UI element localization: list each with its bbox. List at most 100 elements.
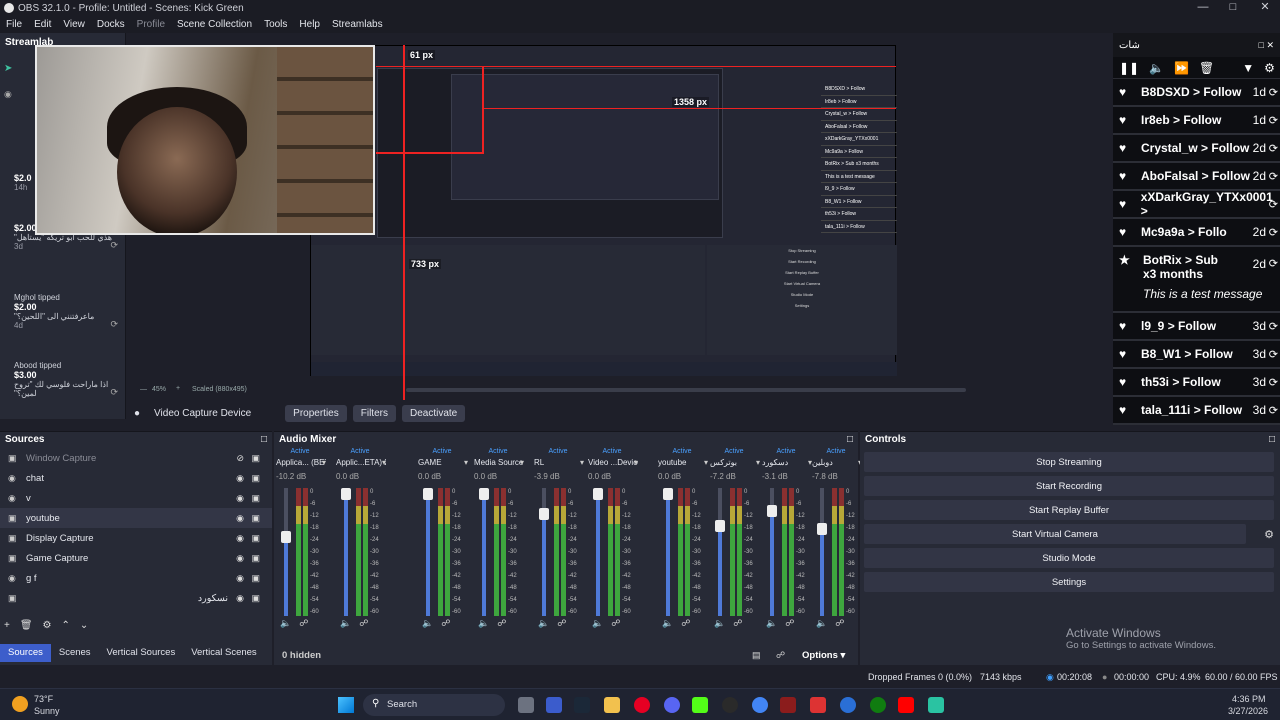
options-button[interactable]: Options ▾ — [802, 650, 845, 661]
eye-icon[interactable]: ◉ — [236, 513, 244, 524]
headphones-icon[interactable]: ☍ — [681, 618, 690, 629]
replay-icon[interactable]: ⟳ — [1269, 170, 1278, 183]
repeat-icon[interactable]: ⟳ — [110, 319, 118, 330]
volume-fader[interactable] — [715, 488, 725, 616]
tab-sources[interactable]: Sources — [0, 644, 51, 662]
channel-name[interactable]: youtube — [656, 458, 708, 472]
stop-streaming-button[interactable]: Stop Streaming — [864, 452, 1274, 472]
settings-button[interactable]: Settings — [864, 572, 1274, 592]
filters-button[interactable]: Filters — [352, 404, 396, 422]
source-item[interactable]: ▣ نسكورد ◉ ▣ — [0, 588, 272, 608]
lock-icon[interactable]: ▣ — [251, 493, 260, 504]
move-down-icon[interactable]: ⌄ — [80, 620, 88, 631]
volume-fader[interactable] — [423, 488, 433, 616]
source-item[interactable]: ◉ v ◉ ▣ — [0, 488, 272, 508]
dock-close-icon[interactable]: □ ✕ — [1259, 40, 1274, 51]
start-recording-button[interactable]: Start Recording — [864, 476, 1274, 496]
start-virtual-camera-button[interactable]: Start Virtual Camera — [864, 524, 1246, 544]
menu-tools[interactable]: Tools — [258, 19, 293, 30]
menu-file[interactable]: File — [0, 19, 28, 30]
replay-icon[interactable]: ⟳ — [1269, 320, 1278, 333]
volume-fader[interactable] — [593, 488, 603, 616]
eye-icon[interactable]: ◉ — [236, 533, 244, 544]
speaker-icon[interactable]: 🔈 — [662, 618, 673, 629]
skip-icon[interactable]: ⏩ — [1174, 61, 1189, 75]
menu-docks[interactable]: Docks — [91, 19, 131, 30]
studio-mode-button[interactable]: Studio Mode — [864, 548, 1274, 568]
shield-icon[interactable]: ◉ — [4, 89, 12, 100]
taskbar-search[interactable]: Search — [363, 694, 505, 716]
repeat-icon[interactable]: ⟳ — [110, 387, 118, 398]
headphones-icon[interactable]: ☍ — [557, 618, 566, 629]
source-item[interactable]: ◉ g f ◉ ▣ — [0, 568, 272, 588]
volume-fader[interactable] — [817, 488, 827, 616]
kick-icon[interactable] — [692, 697, 708, 713]
fader-knob[interactable] — [593, 488, 603, 501]
volume-fader[interactable] — [767, 488, 777, 616]
browser-icon[interactable] — [840, 697, 856, 713]
menu-streamlabs[interactable]: Streamlabs — [326, 19, 389, 30]
channel-name[interactable]: GAME — [416, 458, 468, 472]
lock-icon[interactable]: ▣ — [251, 573, 260, 584]
source-item[interactable]: ▣ Display Capture ◉ ▣ — [0, 528, 272, 548]
obs-icon[interactable] — [722, 697, 738, 713]
dock-icon[interactable]: □ — [261, 434, 267, 446]
menu-edit[interactable]: Edit — [28, 19, 57, 30]
volume-icon[interactable]: 🔈 — [1149, 61, 1164, 75]
zoom-scaled[interactable]: Scaled (880x495) — [192, 386, 247, 393]
menu-scene-collection[interactable]: Scene Collection — [171, 19, 258, 30]
lock-icon[interactable]: ▣ — [251, 473, 260, 484]
weather-icon[interactable] — [12, 696, 28, 712]
display-capture-preview[interactable]: B8DSXD > Follow Ir8eb > Follow Crystal_w… — [310, 45, 897, 376]
tab-vertical-scenes[interactable]: Vertical Scenes — [183, 644, 264, 662]
eye-icon[interactable]: ◉ — [236, 473, 244, 484]
repeat-icon[interactable]: ⟳ — [110, 240, 118, 251]
source-item[interactable]: ◉ chat ◉ ▣ — [0, 468, 272, 488]
lock-icon[interactable]: ▣ — [251, 593, 260, 604]
replay-icon[interactable]: ⟳ — [1269, 198, 1278, 211]
app-icon[interactable] — [780, 697, 796, 713]
filter-icon[interactable]: ▼ — [1242, 61, 1254, 75]
fader-knob[interactable] — [817, 522, 827, 535]
task-view-icon[interactable] — [518, 697, 534, 713]
replay-icon[interactable]: ⟳ — [1269, 257, 1278, 270]
windows-start-icon[interactable] — [338, 697, 354, 713]
channel-name[interactable]: بوتركس — [708, 458, 760, 472]
channel-name[interactable]: دسكورد — [760, 458, 812, 472]
tab-scenes[interactable]: Scenes — [51, 644, 99, 662]
replay-icon[interactable]: ⟳ — [1269, 142, 1278, 155]
clock-date[interactable]: 3/27/2026 — [1228, 706, 1268, 716]
preview-scrollbar[interactable] — [406, 388, 966, 392]
eye-icon[interactable]: ◉ — [236, 573, 244, 584]
lock-icon[interactable]: ▣ — [251, 453, 260, 464]
replay-icon[interactable]: ⟳ — [1269, 226, 1278, 239]
chrome-icon[interactable] — [752, 697, 768, 713]
channel-name[interactable]: RL — [532, 458, 584, 472]
lock-icon[interactable]: ▣ — [251, 553, 260, 564]
speaker-icon[interactable]: 🔈 — [592, 618, 603, 629]
speaker-icon[interactable]: 🔈 — [766, 618, 777, 629]
replay-icon[interactable]: ⟳ — [1269, 348, 1278, 361]
headphones-icon[interactable]: ☍ — [611, 618, 620, 629]
volume-fader[interactable] — [341, 488, 351, 616]
send-icon[interactable]: ➤ — [4, 63, 12, 74]
discord-icon[interactable] — [664, 697, 680, 713]
trash-icon[interactable]: 🗑 — [20, 620, 33, 631]
headphones-icon[interactable]: ☍ — [299, 618, 308, 629]
media-icon[interactable] — [810, 697, 826, 713]
link-icon[interactable]: ☍ — [776, 650, 785, 661]
dock-icon[interactable]: □ — [1269, 434, 1275, 446]
clock-time[interactable]: 4:36 PM — [1232, 694, 1266, 704]
zoom-out-icon[interactable]: — — [140, 386, 147, 393]
layout-icon[interactable]: ▤ — [752, 650, 761, 661]
fader-knob[interactable] — [663, 488, 673, 501]
tab-vertical-sources[interactable]: Vertical Sources — [99, 644, 184, 662]
source-item[interactable]: ▣ Game Capture ◉ ▣ — [0, 548, 272, 568]
fader-knob[interactable] — [341, 488, 351, 501]
headphones-icon[interactable]: ☍ — [359, 618, 368, 629]
channel-name[interactable]: Video ...Device — [586, 458, 638, 472]
start-replay-buffer-button[interactable]: Start Replay Buffer — [864, 500, 1274, 520]
zoom-level[interactable]: 45% — [152, 386, 166, 393]
eye-hidden-icon[interactable]: ⊘ — [236, 453, 244, 464]
widgets-icon[interactable] — [546, 697, 562, 713]
